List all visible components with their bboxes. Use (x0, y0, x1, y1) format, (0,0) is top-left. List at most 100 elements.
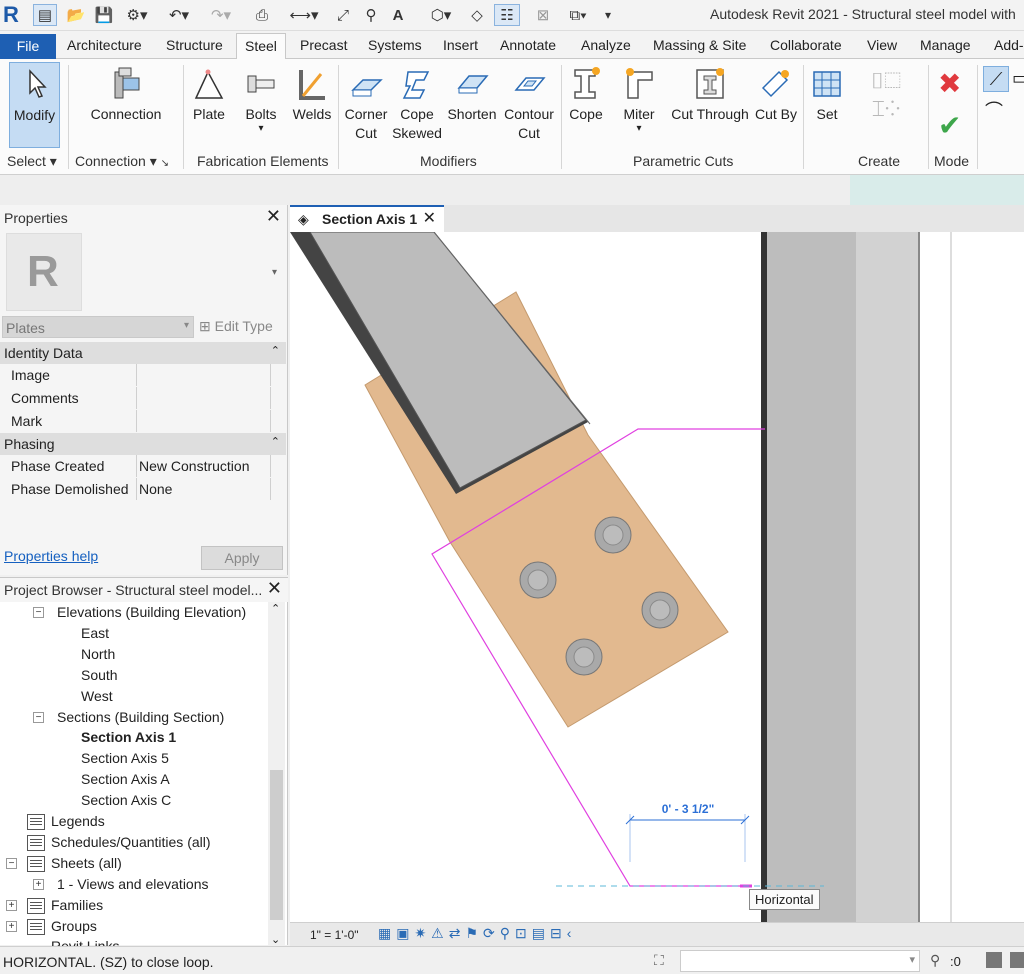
tab-file[interactable]: File (0, 34, 56, 59)
tab-massing-site[interactable]: Massing & Site (653, 37, 746, 53)
connection-panel-label[interactable]: Connection ▾ ↘ (75, 153, 169, 170)
scrollbar-thumb[interactable] (270, 770, 283, 920)
finish-edit-mode-icon[interactable]: ✔ (938, 109, 961, 142)
contour-cut-button[interactable]: Contour Cut (502, 66, 556, 143)
set-button[interactable]: Set (807, 66, 847, 124)
sync-icon[interactable]: ⚙▾ (120, 4, 154, 26)
expand-icon[interactable]: + (6, 921, 17, 932)
save-icon[interactable]: 💾 (92, 4, 116, 26)
type-selector[interactable]: Plates ▾ (2, 316, 194, 338)
drawing-canvas[interactable]: 0' - 3 1/2" Horizontal (290, 232, 1024, 922)
cut-by-button[interactable]: Cut By (754, 66, 798, 124)
open-icon[interactable]: 📂 (64, 4, 88, 26)
bolt[interactable] (565, 638, 603, 676)
scroll-down-icon[interactable]: ⌄ (271, 933, 280, 946)
tree-node-section-axis-c[interactable]: Section Axis C (81, 792, 171, 808)
tab-systems[interactable]: Systems (368, 37, 422, 53)
welds-button[interactable]: Welds (291, 66, 333, 124)
design-options-icon[interactable] (986, 952, 1002, 968)
bolts-button[interactable]: Bolts ▾ (240, 66, 282, 134)
tab-analyze[interactable]: Analyze (581, 37, 631, 53)
close-icon[interactable]: ✕ (266, 206, 281, 227)
create-tools-icon[interactable]: ⌷⬚ ⌶⁘ (850, 67, 922, 149)
switch-windows-icon[interactable]: ⧉▾ (560, 4, 596, 26)
collapse-icon[interactable]: − (33, 607, 44, 618)
tab-insert[interactable]: Insert (443, 37, 478, 53)
expand-icon[interactable]: + (33, 879, 44, 890)
property-row[interactable]: Phase Created New Construction (0, 455, 286, 477)
redo-icon[interactable]: ↷▾ (206, 4, 236, 26)
temporary-dimension-text[interactable]: 0' - 3 1/2" (662, 802, 715, 816)
type-dropdown-icon[interactable]: ▾ (272, 267, 277, 278)
identity-data-group[interactable]: Identity Data ⌃ (0, 342, 286, 364)
miter-button[interactable]: Miter ▾ (616, 66, 662, 134)
tree-node-south[interactable]: South (81, 667, 118, 683)
customize-toolbar-icon[interactable]: ▾ (600, 4, 616, 26)
cope-skewed-button[interactable]: Cope Skewed (392, 66, 442, 143)
cope-button[interactable]: Cope (566, 66, 606, 124)
browser-scrollbar[interactable]: ⌃ ⌄ (268, 602, 285, 946)
tab-steel[interactable]: Steel (236, 33, 286, 60)
section-drawing[interactable]: 0' - 3 1/2" (290, 232, 1024, 922)
collapse-icon[interactable]: − (6, 858, 17, 869)
close-icon[interactable]: ✕ (423, 207, 436, 231)
editing-requests-icon[interactable] (1010, 952, 1024, 968)
corner-cut-button[interactable]: Corner Cut (343, 66, 389, 143)
collapse-icon[interactable]: − (33, 712, 44, 723)
filter-icon[interactable]: ⚲ (930, 952, 940, 969)
thin-lines-icon[interactable]: ☷ (494, 4, 520, 26)
tab-view[interactable]: View (867, 37, 897, 53)
text-icon[interactable]: A (388, 4, 408, 26)
select-panel-label[interactable]: Select ▾ (7, 153, 57, 170)
bolt[interactable] (519, 561, 557, 599)
tree-node-groups[interactable]: Groups (51, 918, 97, 934)
tab-section-axis-1[interactable]: ◈ Section Axis 1 ✕ (290, 205, 444, 232)
tree-node-families[interactable]: Families (51, 897, 103, 913)
cut-through-button[interactable]: Cut Through (668, 66, 752, 124)
tab-add-ins[interactable]: Add- (994, 37, 1024, 53)
tree-node-sheets[interactable]: Sheets (all) (51, 855, 122, 871)
rectangle-draw-icon[interactable]: ▭ (1012, 66, 1024, 92)
tree-node-north[interactable]: North (81, 646, 115, 662)
plate-button[interactable]: Plate (189, 66, 229, 124)
tab-structure[interactable]: Structure (166, 37, 223, 53)
view-control-icons[interactable]: ▦▣✷⚠⇄⚑⟳⚲⊡▤⊟‹ (378, 925, 576, 942)
tree-node-legends[interactable]: Legends (51, 813, 105, 829)
undo-icon[interactable]: ↶▾ (164, 4, 194, 26)
property-row[interactable]: Phase Demolished None (0, 478, 286, 500)
workset-selector[interactable]: ▾ (680, 950, 920, 972)
property-row[interactable]: Comments (0, 387, 286, 409)
properties-help-link[interactable]: Properties help (4, 548, 98, 564)
tree-node-revit-links[interactable]: Revit Links (51, 939, 119, 946)
tree-node-sheet-1[interactable]: 1 - Views and elevations (57, 876, 209, 892)
bolt[interactable] (594, 516, 632, 554)
scroll-up-icon[interactable]: ⌃ (271, 602, 280, 615)
line-draw-icon[interactable]: ⟋ (983, 66, 1009, 92)
tree-node-schedules[interactable]: Schedules/Quantities (all) (51, 834, 211, 850)
bolt[interactable] (641, 591, 679, 629)
tree-node-section-axis-a[interactable]: Section Axis A (81, 771, 170, 787)
shorten-button[interactable]: Shorten (446, 66, 498, 124)
tree-node-east[interactable]: East (81, 625, 109, 641)
tab-manage[interactable]: Manage (920, 37, 971, 53)
connection-button[interactable]: Connection (80, 66, 172, 124)
3d-view-icon[interactable]: ⬡▾ (422, 4, 460, 26)
measure-icon[interactable]: ⟷▾ (286, 4, 322, 26)
worksets-icon[interactable]: ⛶ (654, 952, 664, 969)
arc-draw-icon[interactable]: ⌒ (985, 97, 1003, 123)
tag-icon[interactable]: ⚲ (360, 4, 382, 26)
cancel-edit-mode-icon[interactable]: ✖ (938, 67, 961, 100)
view-scale[interactable]: 1" = 1'-0" (310, 928, 359, 942)
apply-button[interactable]: Apply (201, 546, 283, 570)
edit-type-button[interactable]: ⊞ Edit Type (199, 318, 273, 335)
tree-node-section-axis-1[interactable]: Section Axis 1 (81, 729, 176, 745)
tab-architecture[interactable]: Architecture (67, 37, 142, 53)
property-row[interactable]: Mark (0, 410, 286, 432)
modify-button[interactable]: Modify (9, 62, 60, 148)
tree-node-sections[interactable]: Sections (Building Section) (57, 709, 224, 725)
tree-node-west[interactable]: West (81, 688, 113, 704)
revit-logo-icon[interactable]: R (3, 2, 25, 28)
aligned-dimension-icon[interactable]: ⤢ (332, 4, 354, 26)
tab-annotate[interactable]: Annotate (500, 37, 556, 53)
tree-node-elevations[interactable]: Elevations (Building Elevation) (57, 604, 246, 620)
